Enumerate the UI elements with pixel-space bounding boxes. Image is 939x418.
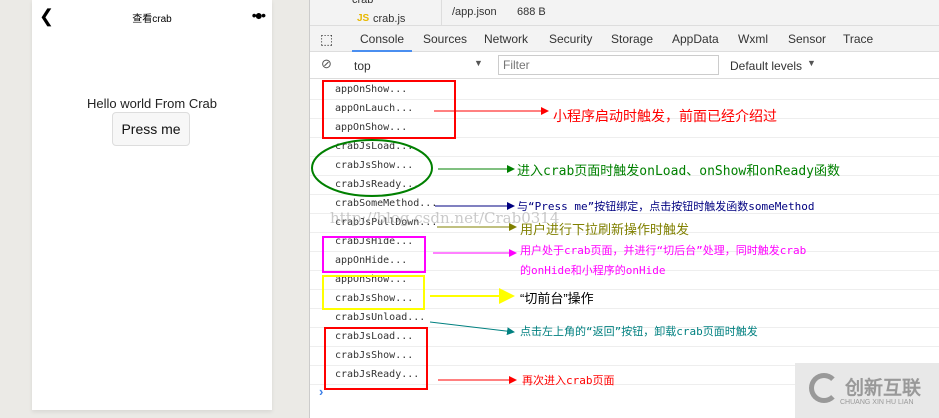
annotation-page-enter: 进入crab页面时触发onLoad、onShow和onReady函数 — [517, 164, 841, 179]
annotation-foreground: “切前台”操作 — [520, 291, 594, 306]
annotation-reenter: 再次进入crab页面 — [522, 374, 615, 387]
logo-text: 创新互联 — [845, 378, 922, 399]
watermark-logo: 创新互联 CHUANG XIN HU LIAN — [795, 363, 939, 418]
logo-subtext: CHUANG XIN HU LIAN — [840, 399, 914, 406]
annotation-pulldown: 用户进行下拉刷新操作时触发 — [520, 222, 690, 237]
magenta-box-hide — [322, 236, 426, 273]
annotation-unload: 点击左上角的“返回”按钮，卸载crab页面时触发 — [520, 325, 758, 338]
yellow-box-show — [322, 275, 425, 310]
logo-icon — [809, 373, 839, 403]
arrow-7 — [429, 321, 515, 336]
annotation-hide-line2: 的onHide和小程序的onHide — [520, 264, 666, 277]
annotation-some-method: 与“Press me”按钮绑定，点击按钮时触发函数someMethod — [517, 200, 815, 213]
annotation-hide-line1: 用户处于crab页面，并进行“切后台”处理，同时触发crab — [520, 244, 807, 257]
annotation-startup: 小程序启动时触发，前面已经介绍过 — [553, 108, 777, 124]
red-box-startup — [322, 80, 456, 139]
green-ellipse-page-enter — [311, 139, 433, 197]
red-box-reenter — [324, 327, 428, 390]
